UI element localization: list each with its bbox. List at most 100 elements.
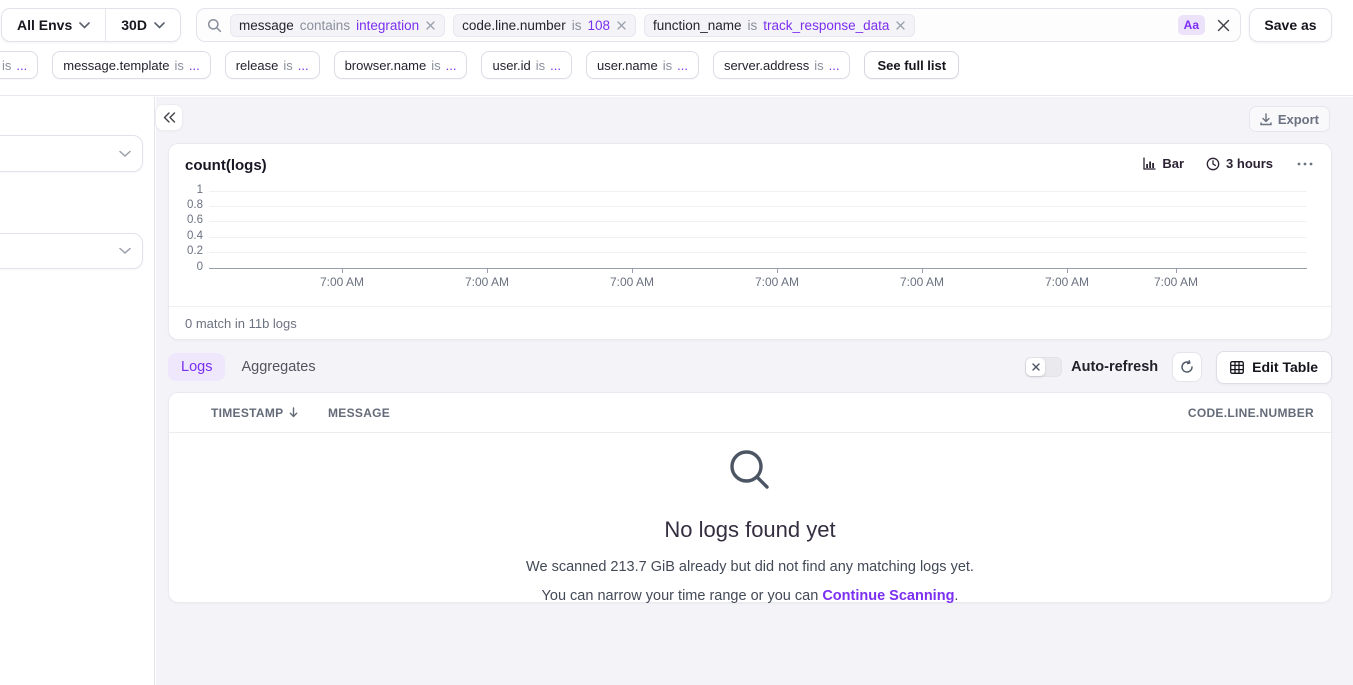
- clear-search-icon[interactable]: [1217, 19, 1230, 32]
- filter-key: code.line.number: [462, 18, 566, 33]
- filter-key: message: [239, 18, 294, 33]
- filter-value: integration: [356, 18, 419, 33]
- see-full-list-button[interactable]: See full list: [864, 51, 959, 79]
- quick-filter-chip[interactable]: user.id is ...: [481, 51, 572, 79]
- remove-filter-icon[interactable]: [425, 20, 436, 31]
- chart-card: count(logs) Bar 3 hours 1 0.8 0.6 0.4: [168, 143, 1332, 340]
- filter-key: user.id: [492, 58, 530, 73]
- y-axis-tick: 0: [169, 261, 203, 273]
- quick-filter-chip[interactable]: release is ...: [225, 51, 320, 79]
- refresh-button[interactable]: [1172, 352, 1202, 382]
- auto-refresh-label: Auto-refresh: [1071, 359, 1158, 375]
- x-axis-tick-mark: [342, 269, 343, 273]
- empty-state-line2: You can narrow your time range or you ca…: [169, 586, 1331, 606]
- filter-value: ...: [16, 58, 27, 73]
- gridline: [209, 191, 1307, 192]
- clock-icon: [1206, 157, 1220, 171]
- bar-chart-icon: [1143, 157, 1156, 170]
- filter-bar-row: All Envs 30D message contains integratio…: [0, 8, 1353, 42]
- match-count-text: 0 match in 11b logs: [169, 306, 1331, 339]
- filter-operator: is: [174, 58, 183, 73]
- filter-key: function_name: [653, 18, 742, 33]
- x-axis-tick: 7:00 AM: [465, 275, 509, 289]
- empty-state: No logs found yet We scanned 213.7 GiB a…: [169, 433, 1331, 602]
- filter-value: ...: [189, 58, 200, 73]
- collapse-sidebar-button[interactable]: [155, 104, 183, 131]
- quick-filter-chip[interactable]: message.template is ...: [52, 51, 210, 79]
- y-axis-tick: 1: [169, 184, 203, 196]
- y-axis-tick: 0.8: [169, 199, 203, 211]
- filter-operator: is: [536, 58, 545, 73]
- column-header-timestamp[interactable]: TIMESTAMP: [211, 406, 328, 420]
- search-filter-chip[interactable]: message contains integration: [230, 14, 445, 37]
- chart-more-menu-icon[interactable]: [1295, 160, 1315, 168]
- column-label: TIMESTAMP: [211, 406, 283, 420]
- toggle-thumb: [1026, 358, 1045, 376]
- quick-filter-chip[interactable]: is ...: [0, 51, 38, 79]
- remove-filter-icon[interactable]: [895, 20, 906, 31]
- gridline: [209, 237, 1307, 238]
- gridline: [209, 252, 1307, 253]
- export-button[interactable]: Export: [1249, 106, 1330, 132]
- filter-key: browser.name: [345, 58, 427, 73]
- remove-filter-icon[interactable]: [616, 20, 627, 31]
- empty-state-line2-prefix: You can narrow your time range or you ca…: [542, 588, 823, 604]
- column-header-message[interactable]: MESSAGE: [328, 406, 1188, 420]
- case-sensitive-toggle[interactable]: Aa: [1178, 15, 1205, 35]
- x-axis-tick: 7:00 AM: [610, 275, 654, 289]
- export-label: Export: [1278, 112, 1319, 127]
- chart-title: count(logs): [185, 157, 267, 174]
- refresh-controls: Auto-refresh Edit Table: [1025, 351, 1332, 384]
- sidebar-select-bottom[interactable]: [0, 233, 143, 269]
- filter-operator: is: [748, 18, 758, 33]
- continue-scanning-link[interactable]: Continue Scanning: [822, 588, 954, 604]
- table-header-row: TIMESTAMP MESSAGE CODE.LINE.NUMBER: [169, 393, 1331, 433]
- table-icon: [1230, 361, 1244, 374]
- filter-value: ...: [677, 58, 688, 73]
- gridline: [209, 221, 1307, 222]
- filter-operator: is: [572, 18, 582, 33]
- sort-desc-icon: [289, 407, 298, 418]
- filter-key: user.name: [597, 58, 658, 73]
- env-picker[interactable]: All Envs: [2, 9, 105, 41]
- sidebar-select-top[interactable]: [0, 135, 143, 172]
- chart-controls: Bar 3 hours: [1143, 156, 1315, 171]
- filter-operator: is: [2, 58, 11, 73]
- filter-operator: is: [814, 58, 823, 73]
- chevron-down-icon: [119, 247, 131, 255]
- search-icon: [207, 18, 222, 33]
- search-input[interactable]: message contains integration code.line.n…: [196, 8, 1241, 42]
- chart-type-selector[interactable]: Bar: [1143, 156, 1184, 171]
- quick-filter-chip[interactable]: server.address is ...: [713, 51, 851, 79]
- chart-interval-selector[interactable]: 3 hours: [1206, 156, 1273, 171]
- tab-logs[interactable]: Logs: [168, 353, 225, 381]
- x-axis-tick: 7:00 AM: [755, 275, 799, 289]
- gridline: [209, 206, 1307, 207]
- table-toolbar: Logs Aggregates Auto-refresh Edit Table: [168, 349, 1332, 385]
- x-axis-tick-mark: [487, 269, 488, 273]
- save-as-button[interactable]: Save as: [1249, 8, 1332, 42]
- x-axis-tick: 7:00 AM: [900, 275, 944, 289]
- auto-refresh-toggle[interactable]: [1025, 357, 1062, 377]
- date-range-picker[interactable]: 30D: [105, 9, 180, 41]
- search-empty-icon: [727, 447, 773, 493]
- save-as-label: Save as: [1264, 17, 1316, 33]
- search-filter-chip[interactable]: code.line.number is 108: [453, 14, 636, 37]
- date-range-label: 30D: [121, 17, 147, 33]
- quick-filter-chip[interactable]: browser.name is ...: [334, 51, 468, 79]
- edit-table-label: Edit Table: [1252, 359, 1318, 375]
- tab-aggregates[interactable]: Aggregates: [241, 359, 315, 375]
- search-filter-chip[interactable]: function_name is track_response_data: [644, 14, 915, 37]
- search-bar-actions: Aa: [1178, 15, 1230, 35]
- y-axis-tick: 0.2: [169, 245, 203, 257]
- edit-table-button[interactable]: Edit Table: [1216, 351, 1332, 384]
- empty-state-line2-suffix: .: [954, 588, 958, 604]
- x-axis-tick-mark: [922, 269, 923, 273]
- x-axis-tick-mark: [777, 269, 778, 273]
- filter-operator: is: [283, 58, 292, 73]
- column-header-code-line-number[interactable]: CODE.LINE.NUMBER: [1188, 406, 1331, 420]
- filter-key: server.address: [724, 58, 809, 73]
- empty-state-title: No logs found yet: [169, 517, 1331, 543]
- quick-filter-chip[interactable]: user.name is ...: [586, 51, 699, 79]
- x-axis-tick-mark: [1067, 269, 1068, 273]
